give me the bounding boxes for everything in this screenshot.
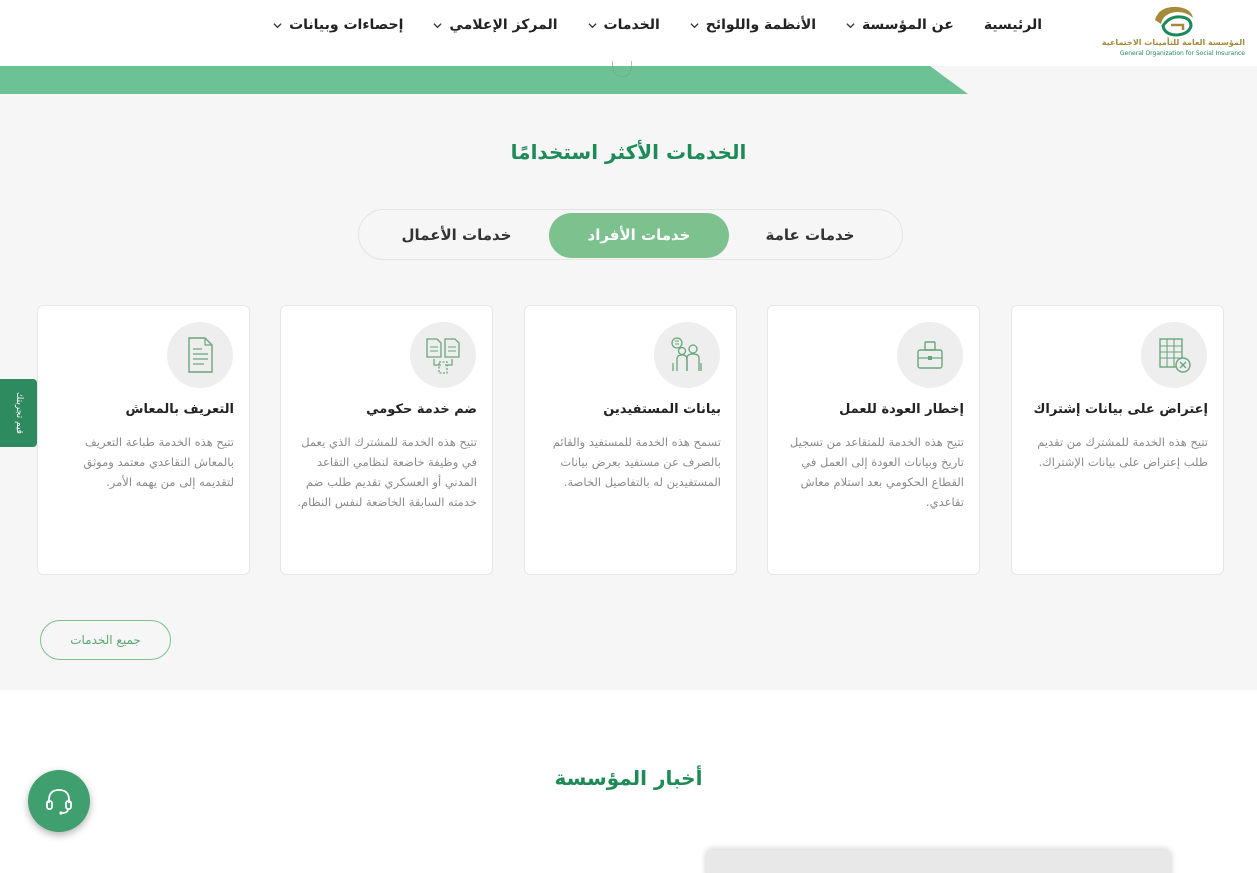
chevron-down-icon [587,22,597,28]
nav-label: عن المؤسسة [862,17,954,33]
card-description: تتيح هذه الخدمة للمشترك من تقديم طلب إعت… [1037,435,1208,469]
logo-english-text: General Organization for Social Insuranc… [1119,50,1245,57]
card-title: بيانات المستفيدين [603,402,721,417]
card-description: تتيح هذه الخدمة للمشترك الذي يعمل في وظي… [297,435,477,509]
card-description: تتيح هذه الخدمة طباعة التعريف بالمعاش ال… [83,435,234,489]
card-title: التعريف بالمعاش [125,402,234,417]
service-card-contribution-objection[interactable]: إعتراض على بيانات إشتراك تتيح هذه الخدمة… [1011,305,1224,575]
nav-label: المركز الإعلامي [449,17,558,33]
nav-label: الخدمات [603,17,660,33]
headset-icon [46,789,72,815]
tab-general-services[interactable]: خدمات عامة [730,213,890,258]
document-icon [167,322,233,388]
support-button[interactable] [28,770,90,832]
nav-label: إحصاءات وبيانات [289,17,404,33]
card-description: تتيح هذه الخدمة للمتقاعد من تسجيل تاريخ … [789,435,964,509]
nav-statistics[interactable]: إحصاءات وبيانات [273,14,403,36]
briefcase-icon [897,322,963,388]
service-card-government-service-merge[interactable]: ضم خدمة حكومي تتيح هذه الخدمة للمشترك ال… [280,305,493,575]
rate-experience-label: قيم تجربتك [13,392,24,434]
service-card-beneficiaries[interactable]: بيانات المستفيدين تسمح هذه الخدمة للمستف… [524,305,737,575]
nav-home[interactable]: الرئيسية [984,14,1042,36]
main-nav: الرئيسية عن المؤسسة الأنظمة واللوائح الخ… [273,14,1042,36]
card-title: ضم خدمة حكومي [366,402,477,417]
news-image[interactable] [705,850,1172,873]
nav-services[interactable]: الخدمات [587,14,660,36]
chevron-down-icon [690,22,699,28]
gosi-logo[interactable]: المؤسسة العامة للتأمينات الاجتماعية Gene… [1101,2,1245,62]
logo-arabic-text: المؤسسة العامة للتأمينات الاجتماعية [1101,38,1245,47]
rate-experience-tab[interactable]: قيم تجربتك [0,379,37,447]
service-tabs: خدمات عامة خدمات الأفراد خدمات الأعمال [358,209,903,260]
nav-regulations[interactable]: الأنظمة واللوائح [690,14,816,36]
chevron-down-icon [273,22,282,28]
card-title: إعتراض على بيانات إشتراك [1033,402,1209,417]
nav-label: الرئيسية [983,17,1042,33]
tab-business-services[interactable]: خدمات الأعمال [369,213,544,258]
chevron-down-icon [846,22,855,28]
logo-mark-icon [1155,6,1193,37]
service-card-pension-certificate[interactable]: التعريف بالمعاش تتيح هذه الخدمة طباعة ال… [37,305,250,575]
header: المؤسسة العامة للتأمينات الاجتماعية Gene… [0,0,1257,66]
card-description: تسمح هذه الخدمة للمستفيد والقائم بالصرف … [552,435,721,489]
chevron-down-icon [433,22,442,28]
spreadsheet-x-icon [1141,322,1207,388]
nav-about[interactable]: عن المؤسسة [846,14,954,36]
tab-individual-services[interactable]: خدمات الأفراد [549,213,729,258]
news-title: أخبار المؤسسة [554,766,703,790]
nav-label: الأنظمة واللوائح [705,17,817,33]
all-services-button[interactable]: جميع الخدمات [40,620,171,660]
section-title: الخدمات الأكثر استخدامًا [510,140,747,164]
service-card-return-to-work[interactable]: إخطار العودة للعمل تتيح هذه الخدمة للمتق… [767,305,980,575]
documents-merge-icon [410,322,476,388]
beneficiaries-icon [654,322,720,388]
nav-media-center[interactable]: المركز الإعلامي [433,14,558,36]
card-title: إخطار العودة للعمل [839,402,964,417]
